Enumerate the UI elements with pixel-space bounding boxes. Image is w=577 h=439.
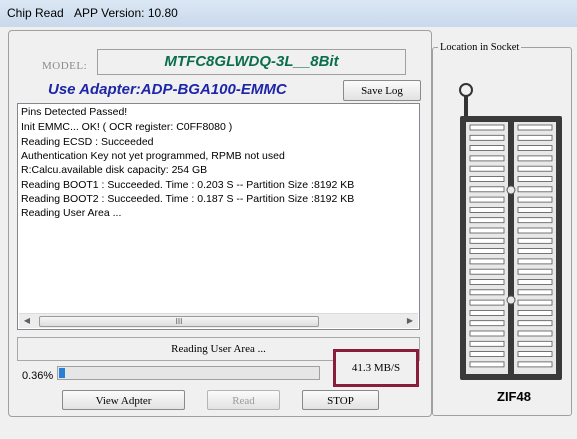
socket-pin	[517, 165, 553, 172]
stop-button[interactable]: STOP	[302, 390, 379, 410]
model-value: MTFC8GLWDQ-3L__8Bit	[97, 49, 406, 75]
speed-value: 41.3 MB/S	[351, 362, 401, 374]
socket-pin	[517, 124, 553, 131]
socket-pin	[517, 134, 553, 141]
save-log-button[interactable]: Save Log	[343, 80, 421, 101]
zif-socket-diagram	[459, 83, 562, 380]
socket-pin	[517, 145, 553, 151]
socket-pin	[517, 279, 553, 285]
window-title: Chip Read	[7, 6, 64, 20]
view-adapter-button[interactable]: View Adpter	[62, 390, 185, 410]
log-line: Reading User Area ...	[21, 207, 122, 219]
socket-pin	[469, 279, 505, 285]
socket-pin	[517, 237, 553, 244]
socket-title: Location in Socket	[438, 42, 522, 53]
socket-pin	[517, 217, 553, 224]
socket-pin	[517, 351, 553, 358]
socket-pin	[469, 309, 505, 316]
title-bar: Chip Read APP Version: 10.80	[0, 0, 577, 27]
socket-pin	[517, 186, 553, 193]
socket-pin	[517, 320, 553, 327]
socket-pin	[469, 340, 505, 347]
socket-pin	[469, 320, 505, 327]
socket-pin	[469, 145, 505, 151]
zif-label: ZIF48	[497, 389, 531, 404]
socket-screw-icon	[506, 185, 516, 195]
socket-pin	[517, 196, 553, 203]
socket-pin	[517, 289, 553, 296]
log-line: Reading BOOT1 : Succeeded. Time : 0.203 …	[21, 179, 355, 191]
log-line: Reading BOOT2 : Succeeded. Time : 0.187 …	[21, 193, 355, 205]
socket-pin	[469, 165, 505, 172]
socket-pin	[469, 217, 505, 224]
socket-pin	[469, 248, 505, 255]
log-line: R:Calcu.available disk capacity: 254 GB	[21, 164, 208, 176]
socket-pin	[469, 207, 505, 213]
socket-pin	[469, 227, 505, 234]
socket-pin	[469, 361, 505, 368]
log-line: Init EMMC... OK! ( OCR register: C0FF808…	[21, 121, 233, 133]
socket-pin	[517, 268, 553, 275]
socket-pin	[517, 340, 553, 347]
socket-pin	[469, 124, 505, 131]
socket-pin	[517, 155, 553, 162]
progress-fill	[59, 368, 65, 378]
socket-pin	[469, 134, 505, 141]
socket-pin	[469, 186, 505, 193]
scroll-right-icon[interactable]: ▶	[403, 314, 417, 328]
socket-pin	[469, 330, 505, 337]
socket-pin	[469, 258, 505, 265]
adapter-text: Use Adapter:ADP-BGA100-EMMC	[48, 81, 287, 98]
socket-pin	[517, 207, 553, 213]
socket-pin	[469, 196, 505, 203]
socket-pin	[469, 268, 505, 275]
scroll-left-icon[interactable]: ◀	[20, 314, 34, 328]
socket-screw-icon	[506, 295, 516, 305]
socket-pin	[517, 176, 553, 182]
socket-pin	[517, 299, 553, 306]
socket-pin	[469, 351, 505, 358]
read-button[interactable]: Read	[207, 390, 280, 410]
log-line: Authentication Key not yet programmed, R…	[21, 150, 285, 162]
model-label: MODEL:	[42, 60, 88, 72]
progress-bar	[57, 366, 320, 380]
socket-pin	[469, 176, 505, 182]
horizontal-scrollbar[interactable]: ◀ III ▶	[19, 313, 418, 328]
socket-pin	[517, 330, 553, 337]
scrollbar-thumb[interactable]: III	[39, 316, 319, 327]
socket-pin	[517, 248, 553, 255]
socket-pin	[517, 258, 553, 265]
socket-pin	[517, 227, 553, 234]
log-textbox[interactable]: Pins Detected Passed! Init EMMC... OK! (…	[17, 103, 420, 330]
socket-pin	[517, 309, 553, 316]
log-line: Pins Detected Passed!	[21, 106, 128, 118]
socket-pin	[469, 155, 505, 162]
socket-pin	[469, 237, 505, 244]
speed-highlight: 41.3 MB/S	[333, 349, 419, 387]
log-line: Reading ECSD : Succeeded	[21, 136, 154, 148]
progress-percent: 0.36%	[22, 370, 54, 382]
socket-pin	[517, 361, 553, 368]
socket-pin	[469, 289, 505, 296]
socket-pin	[469, 299, 505, 306]
app-version: APP Version: 10.80	[74, 6, 178, 20]
